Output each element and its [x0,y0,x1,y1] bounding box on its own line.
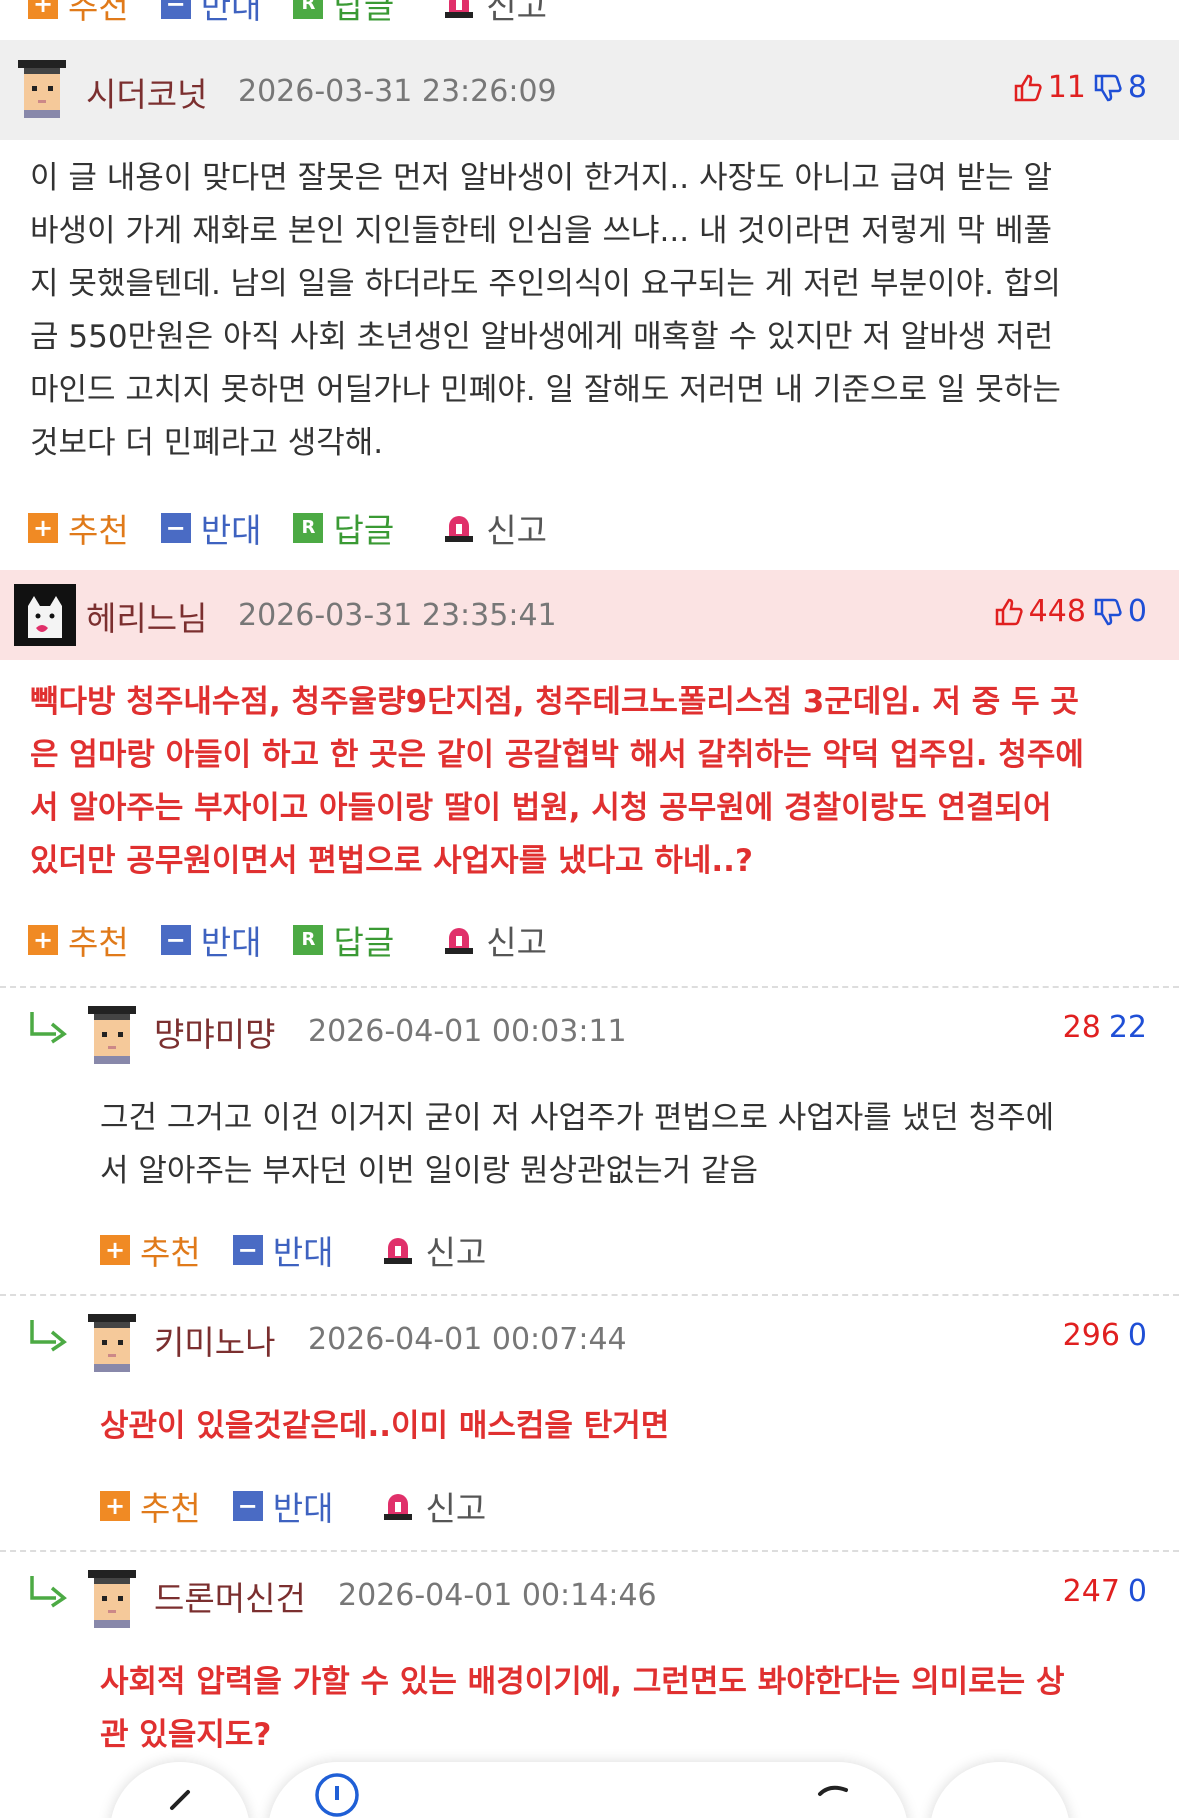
recommend-button[interactable]: + 추천 [100,1482,201,1530]
tabs-button[interactable] [930,1762,1070,1818]
back-icon [170,1790,190,1810]
comment-nickname[interactable]: 드론머신건 [154,1572,306,1620]
avatar [88,1006,136,1064]
reply-arrow-icon [30,1576,67,1608]
comment-date: 2026-03-31 23:26:09 [238,74,557,109]
oppose-button[interactable]: − 반대 [160,916,261,964]
thumbs-down-icon [1094,74,1122,101]
avatar [88,1314,136,1372]
recommend-button[interactable]: + 추천 [28,504,129,552]
comment-nickname[interactable]: 키미노나 [154,1316,275,1364]
avatar [88,1570,136,1628]
report-icon [384,1238,413,1264]
report-button[interactable]: 신고 [442,504,547,552]
reply-arrow-icon [30,1012,67,1044]
thumbs-up-icon [995,598,1023,625]
comment-nickname[interactable]: 먕먀미먕 [154,1008,275,1056]
reply-icon: R [293,925,324,955]
vote-score: 448 0 [993,594,1147,629]
oppose-button[interactable]: − 반대 [160,0,261,28]
comment-body: 이 글 내용이 맞다면 잘못은 먼저 알바생이 한거지.. 사장도 아니고 급여… [30,160,1061,461]
vote-score: 247 0 [1062,1574,1147,1609]
oppose-button[interactable]: − 반대 [160,504,261,552]
address-bar[interactable] [268,1762,908,1818]
comment-body: 상관이 있을것같은데..이미 매스컴을 탄거면 [100,1408,670,1444]
recommend-button[interactable]: + 추천 [28,0,129,28]
info-icon [315,1773,359,1817]
vote-score: 296 0 [1062,1318,1147,1353]
divider [0,1550,1179,1552]
comment-body: 그건 그거고 이건 이거지 굳이 저 사업주가 편법으로 사업자를 냈던 청주에… [100,1100,1055,1189]
plus-icon: + [28,925,58,955]
report-icon [384,1494,413,1520]
comment-nickname[interactable]: 시더코넛 [86,68,207,116]
back-button[interactable] [110,1762,250,1818]
report-icon [445,516,474,542]
avatar [14,584,76,646]
reply-button[interactable]: R 답글 [293,0,394,28]
vote-score: 28 22 [1062,1010,1147,1045]
reply-button[interactable]: R 답글 [293,916,394,964]
oppose-button[interactable]: − 반대 [232,1226,333,1274]
report-button[interactable]: 신고 [381,1226,486,1274]
plus-icon: + [100,1491,130,1521]
minus-icon: − [232,1235,263,1265]
oppose-button[interactable]: − 반대 [232,1482,333,1530]
minus-icon: − [160,0,191,19]
reply-arrow-icon [30,1320,67,1352]
comment-body: 빽다방 청주내수점, 청주율량9단지점, 청주테크노폴리스점 3군데임. 저 중… [30,684,1084,879]
thumbs-down-icon [1094,598,1122,625]
recommend-button[interactable]: + 추천 [28,916,129,964]
plus-icon: + [100,1235,130,1265]
comment-nickname[interactable]: 헤리느님 [86,592,207,640]
comment-date: 2026-03-31 23:35:41 [238,598,557,633]
report-button[interactable]: 신고 [442,0,547,28]
reply-button[interactable]: R 답글 [293,504,394,552]
action-bar: + 추천 − 반대 R 답글 신고 [28,506,579,550]
report-button[interactable]: 신고 [442,916,547,964]
comment-date: 2026-04-01 00:03:11 [308,1014,627,1049]
reply-icon: R [293,0,324,19]
report-icon [445,0,474,18]
comment-date: 2026-04-01 00:14:46 [338,1578,657,1613]
vote-score: 11 8 [1012,70,1147,105]
minus-icon: − [160,513,191,543]
plus-icon: + [28,513,58,543]
action-bar: + 추천 − 반대 신고 [100,1228,518,1272]
comment-date: 2026-04-01 00:07:44 [308,1322,627,1357]
report-button[interactable]: 신고 [381,1482,486,1530]
forward-icon [818,1785,848,1796]
report-icon [445,928,474,954]
action-bar: + 추천 − 반대 신고 [100,1484,518,1528]
comment-body: 사회적 압력을 가할 수 있는 배경이기에, 그런면도 봐야한다는 의미로는 상… [100,1664,1065,1753]
browser-toolbar [0,1748,1179,1818]
reply-icon: R [293,513,324,543]
recommend-button[interactable]: + 추천 [100,1226,201,1274]
thumbs-up-icon [1014,74,1042,101]
minus-icon: − [160,925,191,955]
plus-icon: + [28,0,58,19]
action-bar-top: + 추천 − 반대 R 답글 신고 [28,0,579,26]
minus-icon: − [232,1491,263,1521]
action-bar: + 추천 − 반대 R 답글 신고 [28,918,579,962]
avatar [18,60,66,118]
divider [0,1294,1179,1296]
divider [0,986,1179,988]
